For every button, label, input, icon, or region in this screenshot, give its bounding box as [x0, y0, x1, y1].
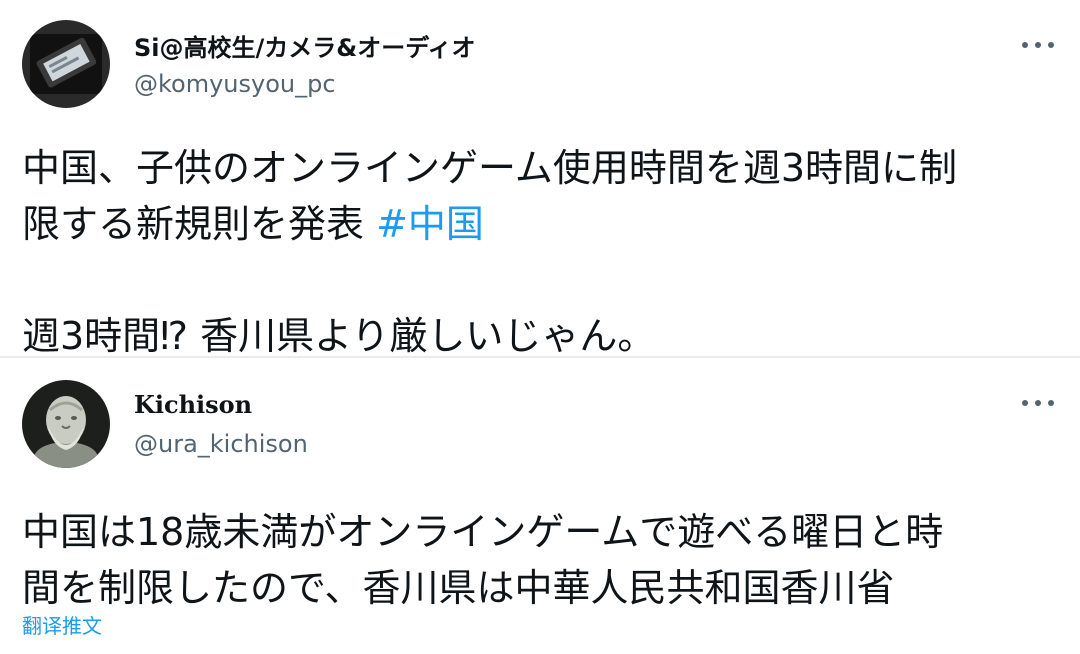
user-handle[interactable]: @komyusyou_pc — [134, 70, 336, 98]
tweet-text-line — [22, 252, 1062, 308]
tweet-text-line: 限する新規則を発表 #中国 — [22, 196, 1062, 252]
more-dot — [1022, 42, 1028, 48]
camera-device-avatar-image — [22, 20, 110, 108]
display-name[interactable]: Si@高校生/カメラ&オーディオ — [134, 28, 476, 63]
tweet-text-line: 中国、子供のオンラインゲーム使用時間を週3時間に制 — [22, 146, 958, 190]
more-dot — [1048, 42, 1054, 48]
more-horizontal-icon[interactable] — [1022, 398, 1054, 408]
display-name[interactable]: Kichison — [134, 390, 252, 419]
more-horizontal-icon[interactable] — [1022, 40, 1054, 50]
more-dot — [1035, 42, 1041, 48]
tweet-2[interactable]: Kichison @ura_kichison 中国は18歳未満がオンラインゲーム… — [0, 358, 1080, 654]
more-dot — [1022, 400, 1028, 406]
more-dot — [1035, 400, 1041, 406]
user-handle[interactable]: @ura_kichison — [134, 430, 308, 458]
tweet-text: 中国は18歳未満がオンラインゲームで遊べる曜日と時 間を制限したので、香川県は中… — [22, 504, 1062, 616]
tweet-1[interactable]: Si@高校生/カメラ&オーディオ @komyusyou_pc 中国、子供のオンラ… — [0, 0, 1080, 358]
tweet-text-line: 中国は18歳未満がオンラインゲームで遊べる曜日と時 — [22, 510, 944, 554]
translate-tweet-link[interactable]: 翻译推文 — [22, 610, 102, 639]
tweet-text: 中国、子供のオンラインゲーム使用時間を週3時間に制 限する新規則を発表 #中国 … — [22, 140, 1062, 364]
bust-sculpture-avatar-image — [22, 380, 110, 468]
tweet-text-line: 間を制限したので、香川県は中華人民共和国香川省 — [22, 566, 895, 610]
avatar[interactable] — [22, 380, 110, 468]
tweet-text-segment: 限する新規則を発表 — [22, 202, 377, 246]
more-dot — [1048, 400, 1054, 406]
hashtag-link[interactable]: #中国 — [376, 202, 484, 246]
avatar[interactable] — [22, 20, 110, 108]
